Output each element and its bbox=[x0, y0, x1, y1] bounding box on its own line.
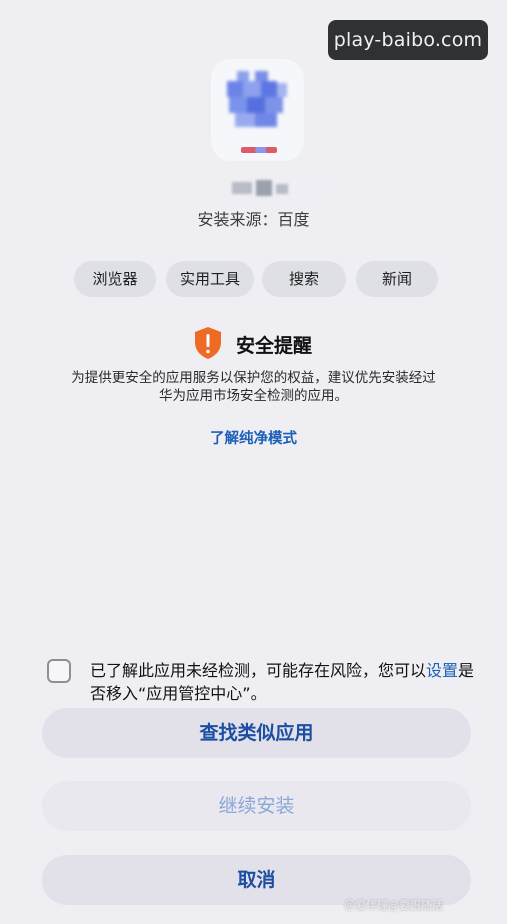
shield-warning-icon bbox=[195, 327, 221, 359]
app-icon-pixel-art bbox=[227, 71, 287, 129]
category-tag-news[interactable]: 新闻 bbox=[356, 261, 438, 297]
app-icon bbox=[211, 59, 304, 161]
risk-acknowledge-text: 已了解此应用未经检测，可能存在风险，您可以设置是否移入“应用管控中心”。 bbox=[90, 659, 480, 705]
security-warning-line-2: 华为应用市场安全检测的应用。 bbox=[159, 388, 348, 404]
security-warning-description: 为提供更安全的应用服务以保护您的权益，建议优先安装经过 华为应用市场安全检测的应… bbox=[28, 369, 479, 405]
app-icon-label-strip bbox=[241, 147, 277, 153]
app-name-redacted bbox=[228, 176, 338, 200]
risk-acknowledge-checkbox[interactable] bbox=[47, 659, 71, 683]
learn-pure-mode-link[interactable]: 了解纯净模式 bbox=[0, 427, 507, 448]
category-tag-browser[interactable]: 浏览器 bbox=[74, 261, 156, 297]
security-warning-title: 安全提醒 bbox=[236, 335, 313, 357]
install-source-label: 安装来源：百度 bbox=[197, 210, 310, 229]
category-tag-utilities[interactable]: 实用工具 bbox=[166, 261, 254, 297]
consent-text-before: 已了解此应用未经检测，可能存在风险，您可以 bbox=[90, 661, 427, 680]
category-tag-search[interactable]: 搜索 bbox=[262, 261, 346, 297]
corner-watermark: ＠爱伴理@要跟随活 bbox=[344, 899, 443, 912]
settings-link[interactable]: 设置 bbox=[426, 661, 458, 680]
site-watermark: play-baibo.com bbox=[328, 20, 488, 60]
security-warning-line-1: 为提供更安全的应用服务以保护您的权益，建议优先安装经过 bbox=[71, 370, 436, 386]
continue-install-button[interactable]: 继续安装 bbox=[42, 781, 471, 831]
find-similar-apps-button[interactable]: 查找类似应用 bbox=[42, 708, 471, 758]
